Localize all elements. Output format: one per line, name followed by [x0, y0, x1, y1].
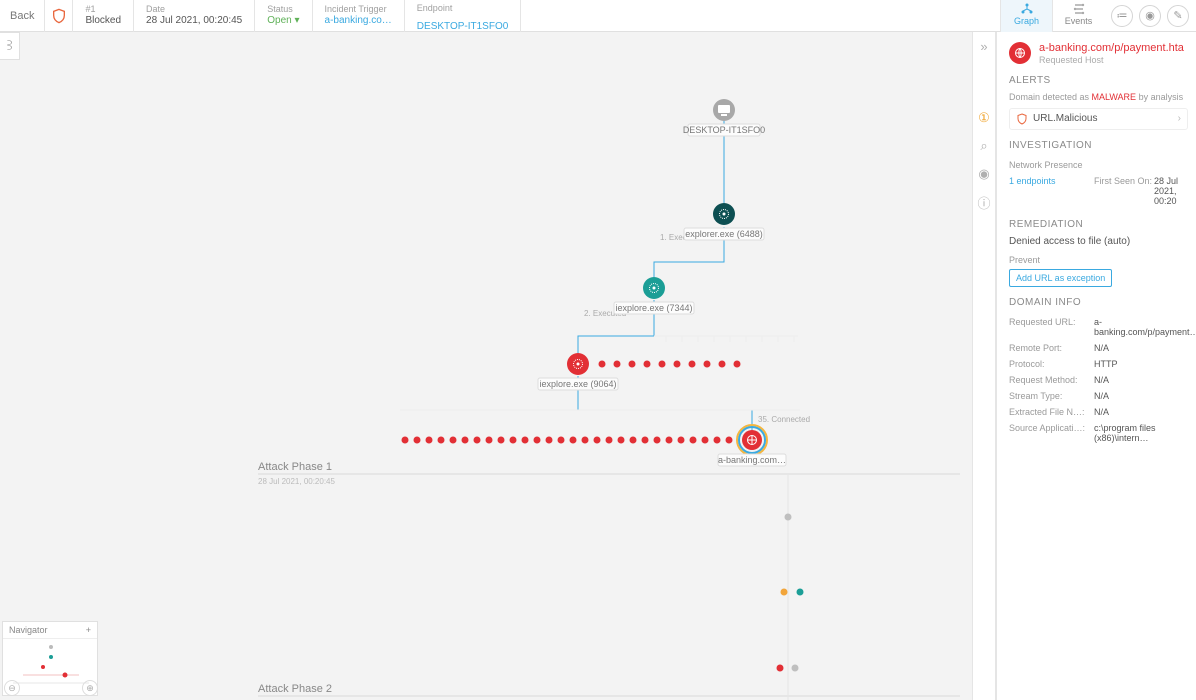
remediation-text: Denied access to file (auto) — [1009, 236, 1188, 247]
collapse-panel-icon[interactable]: » — [973, 32, 995, 60]
remediation-heading: REMEDIATION — [1009, 219, 1188, 230]
navigator-add-icon[interactable]: + — [86, 625, 91, 635]
domain-info-heading: DOMAIN INFO — [1009, 297, 1188, 308]
svg-text:Attack Phase 2: Attack Phase 2 — [258, 683, 332, 695]
alert-badge-icon[interactable]: ① — [973, 104, 995, 132]
add-url-exception-button[interactable]: Add URL as exception — [1009, 269, 1112, 287]
domain-info-row: Source Applicati…:c:\program files (x86)… — [1009, 420, 1188, 446]
panel-subtitle: Requested Host — [1039, 55, 1184, 65]
domain-info-row: Requested URL:a-banking.com/p/payment… — [1009, 314, 1188, 340]
action-icon-1[interactable]: ≔ — [1111, 5, 1133, 27]
incident-date: Date 28 Jul 2021, 00:20:45 — [134, 0, 255, 32]
svg-text:a-banking.com…: a-banking.com… — [718, 455, 786, 465]
details-panel: a-banking.com/p/payment.hta Requested Ho… — [996, 32, 1196, 700]
svg-text:28 Jul 2021, 00:20:45: 28 Jul 2021, 00:20:45 — [258, 477, 336, 486]
visibility-icon[interactable]: ◉ — [1139, 5, 1161, 27]
graph-canvas[interactable]: Attack Phase 1 28 Jul 2021, 00:20:45 Att… — [0, 32, 972, 700]
info-icon[interactable]: ⓘ — [973, 188, 995, 216]
domain-info-row: Remote Port:N/A — [1009, 340, 1188, 356]
incident-id: #1 Blocked — [73, 0, 134, 32]
svg-text:iexplore.exe (9064): iexplore.exe (9064) — [539, 379, 616, 389]
events-icon — [1053, 2, 1104, 16]
domain-info-row: Extracted File N…:N/A — [1009, 404, 1188, 420]
tab-events[interactable]: Events — [1052, 0, 1104, 32]
svg-text:iexplore.exe (7344): iexplore.exe (7344) — [615, 303, 692, 313]
svg-text:Attack Phase 1: Attack Phase 1 — [258, 461, 332, 473]
nav-fit-icon[interactable]: ⊕ — [82, 680, 98, 696]
incident-trigger: Incident Trigger a-banking.co… — [313, 0, 405, 32]
domain-info-row: Request Method:N/A — [1009, 372, 1188, 388]
domain-info-row: Protocol:HTTP — [1009, 356, 1188, 372]
nav-zoom-out-icon[interactable]: ⊖ — [4, 680, 20, 696]
incident-endpoint: Endpoint DESKTOP-IT1SFO0 — [405, 0, 522, 32]
edit-icon[interactable]: ✎ — [1167, 5, 1189, 27]
alerts-heading: ALERTS — [1009, 75, 1188, 86]
svg-text:explorer.exe (6488): explorer.exe (6488) — [685, 229, 763, 239]
shield-icon — [45, 0, 73, 32]
tab-graph[interactable]: Graph — [1000, 0, 1052, 32]
top-bar: Back #1 Blocked Date 28 Jul 2021, 00:20:… — [0, 0, 1196, 32]
alert-detection-text: Domain detected as MALWARE by analysis — [1009, 92, 1188, 102]
investigation-heading: INVESTIGATION — [1009, 140, 1188, 151]
svg-text:35. Connected: 35. Connected — [758, 415, 810, 424]
shield-icon — [1016, 113, 1028, 125]
back-button[interactable]: Back — [0, 0, 45, 32]
alert-item-url-malicious[interactable]: URL.Malicious › — [1009, 108, 1188, 130]
right-rail: » ① ⌕ ◉ ⓘ — [972, 32, 996, 700]
svg-text:DESKTOP-IT1SFO0: DESKTOP-IT1SFO0 — [683, 125, 765, 135]
search-icon[interactable]: ⌕ — [973, 132, 995, 160]
globe-icon — [1009, 42, 1031, 64]
domain-info-row: Stream Type:N/A — [1009, 388, 1188, 404]
endpoints-link[interactable]: 1 endpoints — [1009, 176, 1056, 186]
incident-status[interactable]: Status Open ▾ — [255, 0, 312, 32]
graph-icon — [1001, 2, 1052, 16]
panel-title: a-banking.com/p/payment.hta — [1039, 42, 1184, 55]
eye-icon[interactable]: ◉ — [973, 160, 995, 188]
chevron-right-icon: › — [1178, 113, 1181, 124]
